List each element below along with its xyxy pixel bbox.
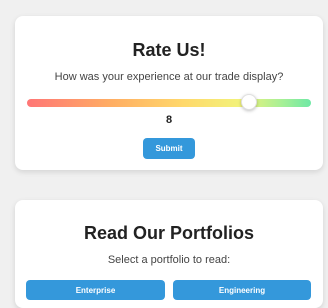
enterprise-portfolio-button[interactable]: Enterprise — [26, 280, 165, 300]
portfolio-prompt: Select a portfolio to read: — [107, 254, 231, 266]
portfolio-title: Read Our Portfolios — [83, 223, 254, 243]
rating-slider-thumb[interactable] — [241, 94, 258, 110]
rating-card: Rate Us! How was your experience at our … — [15, 16, 323, 170]
rating-title: Rate Us! — [132, 40, 206, 60]
rating-question: How was your experience at our trade dis… — [54, 71, 284, 83]
rating-value: 8 — [165, 114, 173, 126]
portfolio-card: Read Our Portfolios Select a portfolio t… — [15, 200, 323, 308]
rating-slider-track[interactable] — [27, 99, 311, 107]
engineering-portfolio-button[interactable]: Engineering — [173, 280, 311, 300]
submit-button[interactable]: Submit — [143, 138, 195, 159]
